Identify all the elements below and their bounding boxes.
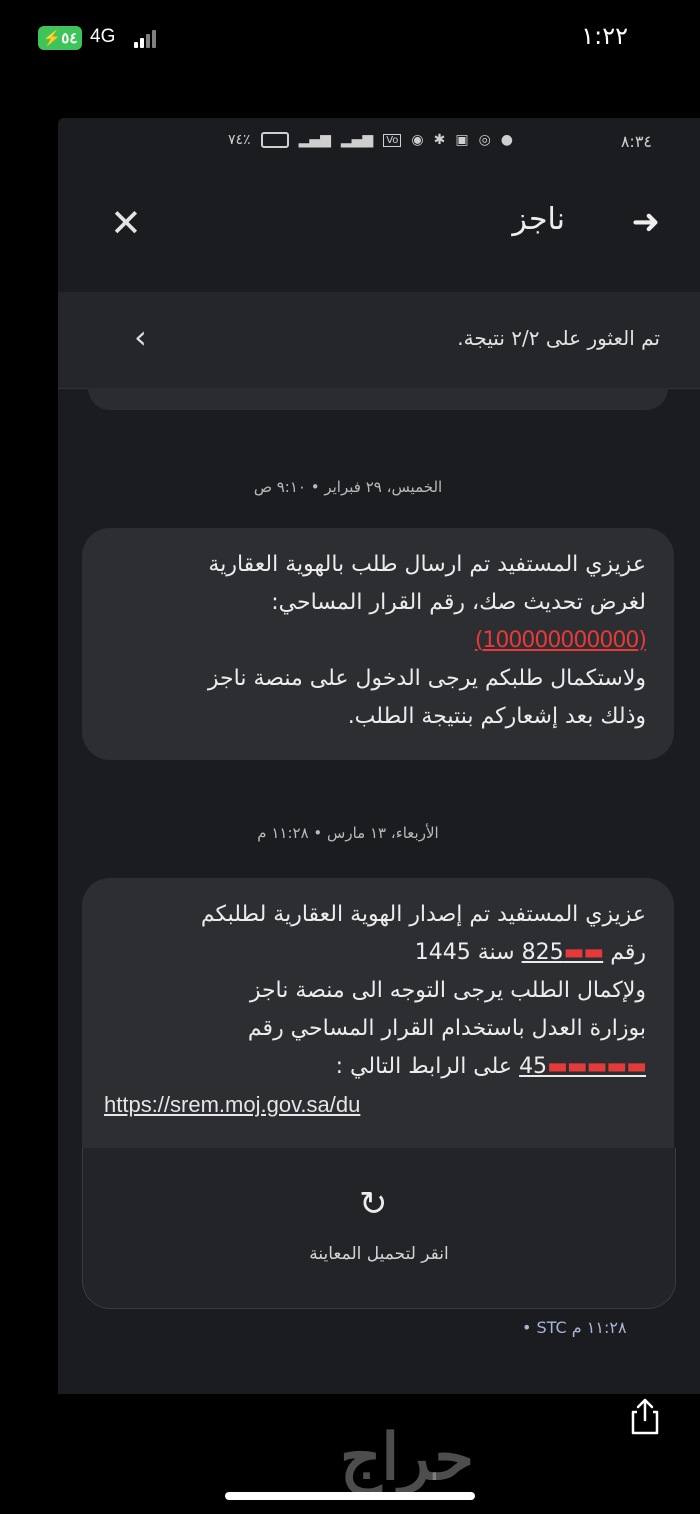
signal-icon-2: ▂▄▆	[340, 132, 374, 148]
line-suffix: سنة 1445	[414, 940, 515, 965]
redacted-survey-number: (100000000000)	[474, 628, 647, 653]
srem-link[interactable]: https://srem.moj.gov.sa/du	[104, 1086, 360, 1124]
message-line: لغرض تحديث صك، رقم القرار المساحي:	[271, 590, 646, 615]
phone-screen: ٧٤٪ ▂▄▆ ▂▄▆ Vo ◉ ✱ ▣ ◎ ● ٨:٣٤ ✕ ناجز ➜ ›…	[58, 118, 700, 1394]
signal-icon: ▂▄▆	[298, 132, 331, 148]
message-line: ولاستكمال طلبكم يرجى الدخول على منصة ناج…	[207, 666, 646, 691]
message-line: عزيزي المستفيد تم إصدار الهوية العقارية …	[200, 902, 646, 927]
message-line: رقم 825▬▬ سنة 1445	[104, 934, 646, 972]
inner-clock: ٨:٣٤	[620, 132, 652, 151]
order-number: 825▬▬	[521, 934, 605, 972]
message-bubble[interactable]: عزيزي المستفيد تم إصدار الهوية العقارية …	[82, 878, 674, 1158]
order-number-visible: 825	[521, 940, 564, 965]
watermark-text: حراج	[340, 1420, 474, 1495]
previous-result-icon[interactable]: ‹	[134, 318, 147, 356]
signal-icon	[134, 30, 156, 48]
date-header: الخميس، ٢٩ فبراير • ٩:١٠ ص	[253, 478, 443, 496]
battery-percent: ٧٤٪	[228, 132, 251, 148]
message-line: https://srem.moj.gov.sa/du	[104, 1086, 646, 1125]
watermark-logo: حراج	[340, 1420, 474, 1495]
previous-message-bubble[interactable]	[88, 388, 668, 410]
redacted-number: (100000000000)	[104, 622, 647, 660]
wifi-icon: ◉	[411, 132, 424, 148]
network-type: 4G	[90, 26, 116, 47]
message-bubble[interactable]: عزيزي المستفيد تم ارسال طلب بالهوية العق…	[82, 528, 674, 760]
results-count: تم العثور على ٢/٢ نتيجة.	[457, 326, 660, 350]
share-icon[interactable]	[628, 1396, 662, 1436]
message-line: 45▬▬▬▬▬ على الرابط التالي :	[104, 1048, 647, 1086]
outer-status-bar: ⚡ ٥٤ 4G ١:٢٢	[0, 0, 700, 80]
redaction-mark: ▬▬▬▬▬	[547, 1054, 647, 1079]
message-line: ولإكمال الطلب يرجى التوجه الى منصة ناجز	[249, 978, 646, 1003]
line-suffix: على الرابط التالي :	[335, 1054, 513, 1079]
message-line: عزيزي المستفيد تم ارسال طلب بالهوية العق…	[208, 552, 646, 577]
inner-status-icons: ٧٤٪ ▂▄▆ ▂▄▆ Vo ◉ ✱ ▣ ◎ ●	[228, 132, 513, 148]
bluetooth-icon: ✱	[433, 132, 446, 148]
home-indicator[interactable]	[225, 1492, 475, 1500]
preview-label: انقر لتحميل المعاينة	[309, 1244, 449, 1264]
redaction-mark: ▬▬	[563, 940, 605, 965]
volte-icon: Vo	[383, 133, 402, 147]
back-arrow-icon[interactable]: ➜	[632, 202, 661, 242]
inner-status-bar: ٧٤٪ ▂▄▆ ▂▄▆ Vo ◉ ✱ ▣ ◎ ● ٨:٣٤	[58, 118, 700, 172]
reload-icon[interactable]: ↻	[359, 1184, 388, 1224]
link-preview[interactable]: ↻ انقر لتحميل المعاينة	[82, 1148, 676, 1309]
close-search-icon[interactable]: ✕	[110, 204, 142, 242]
chat-icon: ●	[500, 132, 514, 148]
outer-clock: ١:٢٢	[581, 22, 628, 50]
eye-icon: ◎	[478, 132, 491, 148]
line-prefix: رقم	[610, 940, 646, 965]
battery-icon	[260, 132, 289, 148]
survey-number-visible: 45	[519, 1054, 548, 1079]
message-line: بوزارة العدل باستخدام القرار المساحي رقم	[247, 1016, 646, 1041]
nfc-icon: ▣	[455, 132, 469, 148]
date-header: الأربعاء، ١٣ مارس • ١١:٢٨ م	[257, 824, 439, 842]
message-meta: ١١:٢٨ م STC •	[522, 1318, 627, 1337]
search-results-bar: › ‹ تم العثور على ٢/٢ نتيجة.	[58, 292, 700, 389]
survey-number: 45▬▬▬▬▬	[519, 1048, 647, 1086]
battery-level: ٥٤	[61, 30, 78, 47]
search-query[interactable]: ناجز	[512, 202, 565, 237]
message-line: وذلك بعد إشعاركم بنتيجة الطلب.	[347, 704, 646, 729]
battery-icon: ⚡ ٥٤	[38, 26, 82, 50]
